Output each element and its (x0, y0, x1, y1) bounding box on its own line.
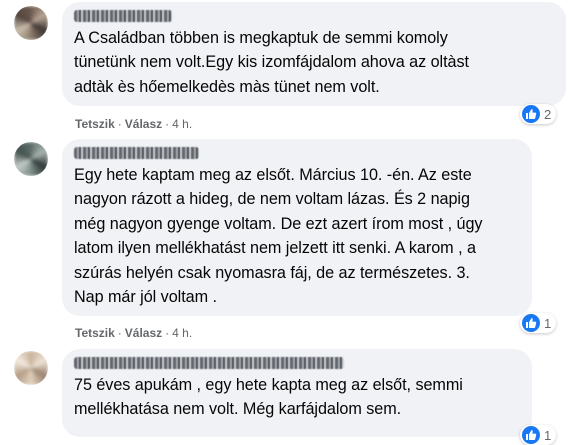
avatar[interactable] (14, 351, 48, 385)
comment-text: A Családban többen is megkaptuk de semmi… (74, 29, 469, 96)
reaction-count[interactable]: 2 (520, 104, 557, 124)
timestamp[interactable]: 4 h. (172, 117, 192, 131)
like-link[interactable]: Tetszik (75, 326, 115, 340)
commenter-name[interactable] (74, 357, 344, 369)
thumbs-up-icon (522, 426, 540, 444)
comment-actions: Tetszik · Válasz · 4 h. (75, 326, 193, 340)
comment-actions: Tetszik · Válasz · 4 h. (75, 117, 193, 131)
avatar[interactable] (14, 6, 48, 40)
reaction-count-value: 2 (544, 106, 552, 122)
thumbs-up-icon (522, 314, 540, 332)
reply-link[interactable]: Válasz (125, 326, 162, 340)
timestamp[interactable]: 4 h. (172, 326, 192, 340)
avatar[interactable] (14, 142, 48, 176)
reaction-count-value: 1 (544, 427, 552, 443)
like-link[interactable]: Tetszik (75, 117, 115, 131)
comment-bubble: 75 éves apukám , egy hete kapta meg az e… (62, 349, 532, 437)
thumbs-up-icon (522, 105, 540, 123)
comment-text: Egy hete kaptam meg az elsőt. Március 10… (74, 166, 483, 307)
reaction-count[interactable]: 1 (520, 313, 557, 333)
comment-text: 75 éves apukám , egy hete kapta meg az e… (74, 376, 463, 419)
comment-bubble: A Családban többen is megkaptuk de semmi… (62, 2, 566, 106)
reaction-count-value: 1 (544, 315, 552, 331)
reaction-count[interactable]: 1 (520, 425, 557, 445)
comment-bubble: Egy hete kaptam meg az elsőt. Március 10… (62, 139, 532, 316)
reply-link[interactable]: Válasz (125, 117, 162, 131)
commenter-name[interactable] (74, 147, 199, 159)
commenter-name[interactable] (74, 10, 172, 22)
